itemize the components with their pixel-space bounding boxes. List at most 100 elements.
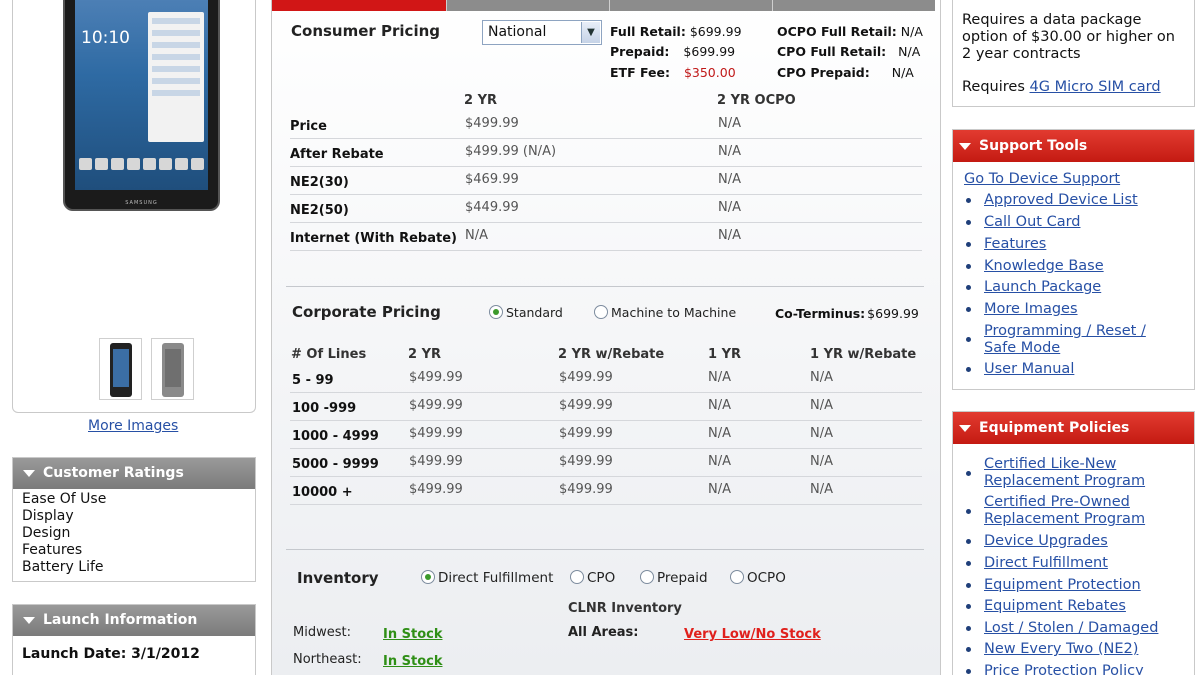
more-images-link[interactable]: More Images xyxy=(88,418,178,434)
launch-information-panel: Launch Information Launch Date: 3/1/2012 xyxy=(12,604,256,675)
device-image-panel: 10:10 SAMSUNG xyxy=(12,0,256,413)
data-package-text: Requires a data package option of $30.00… xyxy=(962,12,1175,62)
etf-fee: ETF Fee: $350.00 xyxy=(610,65,736,80)
cell: $499.99 xyxy=(559,398,613,413)
bullet-icon xyxy=(966,626,971,631)
cell: N/A xyxy=(708,426,731,441)
support-tools-title: Support Tools xyxy=(979,138,1088,154)
cell: $499.99 xyxy=(409,426,463,441)
policy-link[interactable]: New Every Two (NE2) xyxy=(984,641,1138,658)
cpo-prepaid: CPO Prepaid: N/A xyxy=(777,65,914,80)
prepaid: Prepaid: $699.99 xyxy=(610,44,736,59)
table-row: 10000 + $499.99 $499.99 N/A N/A xyxy=(290,478,922,505)
policy-link[interactable]: Lost / Stolen / Damaged xyxy=(984,620,1158,637)
policy-link[interactable]: Equipment Protection xyxy=(984,577,1141,594)
right-column: Requires a data package option of $30.00… xyxy=(952,0,1195,675)
policy-link[interactable]: Device Upgrades xyxy=(984,533,1108,550)
radio-ocpo[interactable]: OCPO xyxy=(730,570,786,586)
tab-inactive[interactable] xyxy=(772,0,935,11)
midwest-stock-link[interactable]: In Stock xyxy=(383,627,442,642)
device-brand: SAMSUNG xyxy=(125,200,158,206)
region-select[interactable]: National ▼ xyxy=(482,20,602,45)
bullet-icon xyxy=(966,264,971,269)
launch-information-header[interactable]: Launch Information xyxy=(13,605,255,636)
bullet-icon xyxy=(966,337,971,342)
bullet-icon xyxy=(966,539,971,544)
cell: N/A xyxy=(810,426,833,441)
device-support-link[interactable]: Go To Device Support xyxy=(964,171,1120,188)
tab-active[interactable] xyxy=(272,0,446,11)
chevron-down-icon xyxy=(959,424,971,432)
policy-link[interactable]: Certified Pre-Owned Replacement Program xyxy=(984,494,1184,528)
cell: N/A xyxy=(718,172,741,187)
device-image[interactable]: 10:10 SAMSUNG xyxy=(63,0,220,211)
bullet-icon xyxy=(966,285,971,290)
cell: N/A xyxy=(708,454,731,469)
northeast-stock-link[interactable]: In Stock xyxy=(383,654,442,669)
device-clock: 10:10 xyxy=(81,28,130,48)
policy-link[interactable]: Equipment Rebates xyxy=(984,598,1126,615)
micro-sim-link[interactable]: 4G Micro SIM card xyxy=(1030,79,1161,95)
policy-link[interactable]: Price Protection Policy xyxy=(984,663,1144,675)
cell: $499.99 xyxy=(465,116,519,131)
support-link[interactable]: Approved Device List xyxy=(984,192,1138,209)
radio-empty-icon xyxy=(594,305,608,319)
chevron-down-icon[interactable]: ▼ xyxy=(581,22,600,43)
bullet-icon xyxy=(966,242,971,247)
cell: N/A xyxy=(718,116,741,131)
radio-standard[interactable]: Standard xyxy=(489,305,563,320)
divider xyxy=(286,549,924,550)
table-row: NE2(50) $449.99 N/A xyxy=(290,196,922,223)
clnr-inventory-heading: CLNR Inventory xyxy=(568,601,682,616)
tab-inactive[interactable] xyxy=(609,0,772,11)
cell: N/A xyxy=(718,200,741,215)
thumbnail-back[interactable] xyxy=(151,338,194,400)
radio-direct-fulfillment[interactable]: Direct Fulfillment xyxy=(421,570,553,586)
policy-link[interactable]: Direct Fulfillment xyxy=(984,555,1108,572)
launch-information-title: Launch Information xyxy=(43,612,198,628)
inventory-title: Inventory xyxy=(297,569,379,587)
support-tools-header[interactable]: Support Tools xyxy=(953,130,1194,162)
support-link[interactable]: Launch Package xyxy=(984,279,1101,296)
bullet-icon xyxy=(966,471,971,476)
rating-item: Design xyxy=(22,525,71,541)
support-link[interactable]: Call Out Card xyxy=(984,214,1081,231)
radio-empty-icon xyxy=(640,570,654,584)
support-link[interactable]: Knowledge Base xyxy=(984,258,1104,275)
thumbnail-front[interactable] xyxy=(99,338,142,400)
row-label: 100 -999 xyxy=(292,401,357,416)
customer-ratings-panel: Customer Ratings Ease Of Use Display Des… xyxy=(12,457,256,582)
cell: N/A xyxy=(708,370,731,385)
sim-requirement: Requires 4G Micro SIM card xyxy=(962,79,1185,96)
cell: $499.99 xyxy=(409,370,463,385)
cell: $499.99 xyxy=(409,482,463,497)
support-link[interactable]: Features xyxy=(984,236,1046,253)
chevron-down-icon xyxy=(23,616,35,624)
customer-ratings-header[interactable]: Customer Ratings xyxy=(13,458,255,489)
tab-inactive[interactable] xyxy=(446,0,609,11)
policy-link[interactable]: Certified Like-New Replacement Program xyxy=(984,456,1184,490)
ocpo-full-retail: OCPO Full Retail: N/A xyxy=(777,24,923,39)
radio-cpo[interactable]: CPO xyxy=(570,570,615,586)
bullet-icon xyxy=(966,647,971,652)
radio-prepaid[interactable]: Prepaid xyxy=(640,570,708,586)
cell: $469.99 xyxy=(465,172,519,187)
equipment-policies-panel: Equipment Policies Certified Like-New Re… xyxy=(952,411,1195,675)
support-link[interactable]: User Manual xyxy=(984,361,1074,378)
radio-machine-to-machine[interactable]: Machine to Machine xyxy=(594,305,736,320)
equipment-policies-header[interactable]: Equipment Policies xyxy=(953,412,1194,444)
cell: N/A xyxy=(718,228,741,243)
support-link[interactable]: More Images xyxy=(984,301,1078,318)
all-areas-label: All Areas: xyxy=(568,625,639,640)
all-areas-stock-link[interactable]: Very Low/No Stock xyxy=(684,627,821,642)
cell: N/A xyxy=(708,482,731,497)
row-label: NE2(30) xyxy=(290,175,349,190)
cell: N/A xyxy=(810,398,833,413)
bullet-icon xyxy=(966,220,971,225)
full-retail: Full Retail: $699.99 xyxy=(610,24,742,39)
support-link[interactable]: Programming / Reset / Safe Mode xyxy=(984,323,1174,357)
cell: N/A xyxy=(810,370,833,385)
column-header: 2 YR xyxy=(464,93,497,108)
region-select-value: National xyxy=(488,24,547,40)
table-row: 100 -999 $499.99 $499.99 N/A N/A xyxy=(290,394,922,421)
